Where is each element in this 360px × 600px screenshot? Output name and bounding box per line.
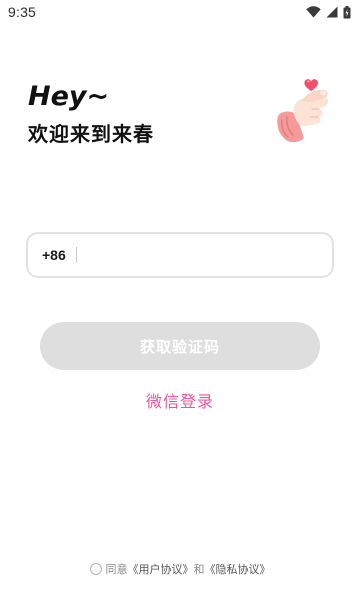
user-agreement-link[interactable]: 《用户协议》 xyxy=(128,561,194,577)
finger-heart-hand-icon xyxy=(272,64,336,148)
signal-icon xyxy=(326,6,338,18)
agreement-prefix: 同意 xyxy=(105,563,128,576)
phone-number-field: +86 xyxy=(26,232,334,278)
country-code[interactable]: +86 xyxy=(42,247,66,263)
greeting-welcome: 欢迎来到来春 xyxy=(28,122,154,146)
phone-number-input[interactable] xyxy=(82,234,332,276)
status-bar: 9:35 xyxy=(0,0,360,24)
wechat-login-link[interactable]: 微信登录 xyxy=(0,388,360,412)
status-time: 9:35 xyxy=(8,4,37,20)
battery-icon xyxy=(343,5,351,19)
status-icons xyxy=(306,5,351,19)
agree-checkbox[interactable] xyxy=(89,563,102,575)
wifi-icon xyxy=(306,6,321,18)
agreement-row: 同意 《用户协议》 和 《隐私协议》 xyxy=(0,561,360,577)
privacy-agreement-link[interactable]: 《隐私协议》 xyxy=(205,561,271,577)
greeting-hey: Hey~ xyxy=(28,81,110,112)
heart-icon xyxy=(304,79,318,91)
get-verification-code-button[interactable]: 获取验证码 xyxy=(40,322,320,370)
input-divider xyxy=(75,247,77,263)
agreement-conjunction: 和 xyxy=(193,563,205,576)
login-screen: 9:35 Hey~ 欢迎来到来春 +86 获取验证码 微信登录 同意 《用户协议… xyxy=(0,0,360,600)
